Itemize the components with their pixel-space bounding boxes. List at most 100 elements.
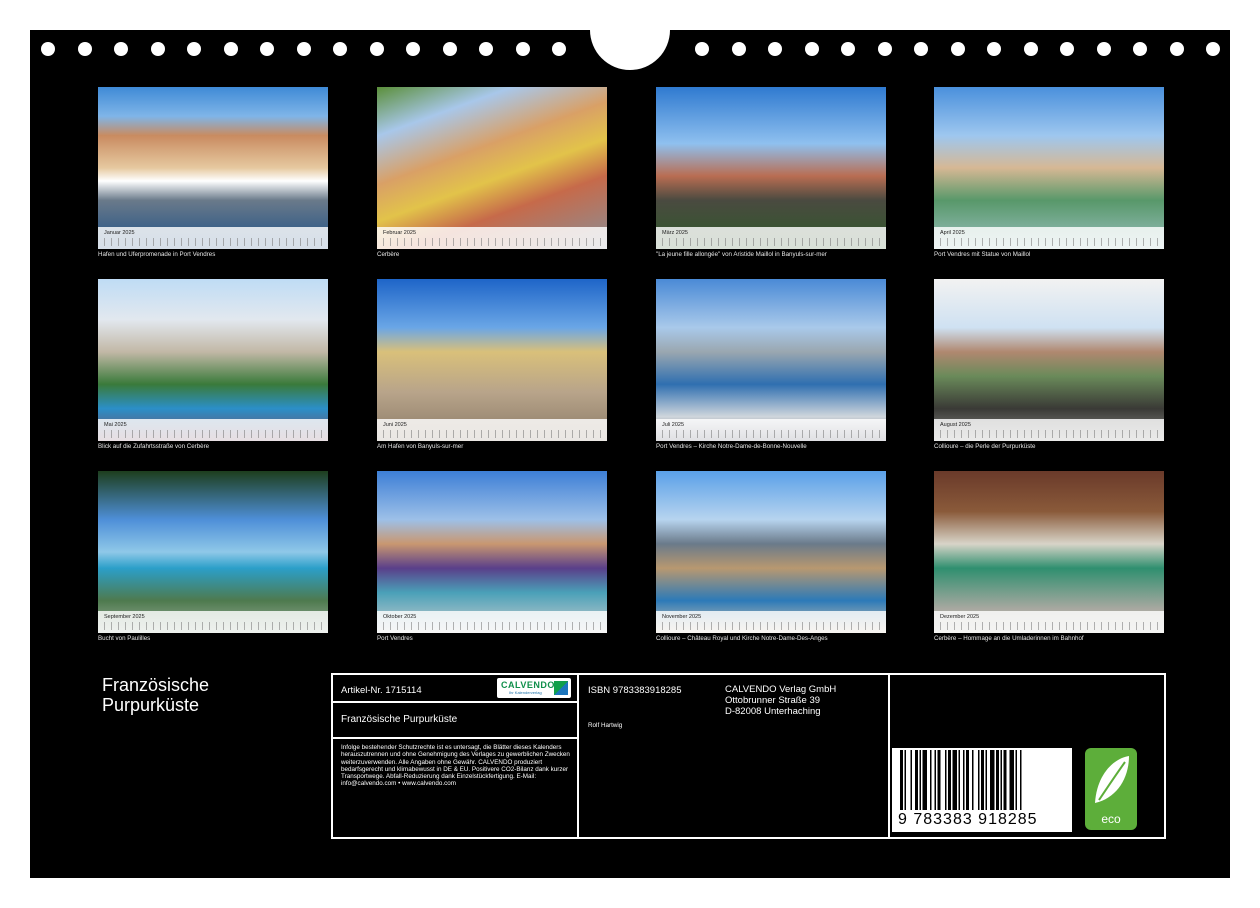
month-tile: August 2025 Collioure – die Perle der Pur… [934,279,1164,450]
binding-hole [877,42,892,56]
month-photo: September 2025 [98,471,328,633]
month-photo: August 2025 [934,279,1164,441]
month-day-grid [940,238,1160,246]
month-tile: Juni 2025 Am Hafen von Banyuls-sur-mer [377,279,607,450]
month-day-grid [104,622,324,630]
publisher-name: CALVENDO Verlag GmbH [725,684,837,695]
article-number: Artikel-Nr. 1715114 [341,685,422,696]
barcode-number: 9 783383 918285 [898,811,1038,828]
publisher-street: Ottobrunner Straße 39 [725,695,821,706]
binding-hole [187,42,201,56]
leaf-icon [1095,756,1129,803]
month-day-grid [383,238,603,246]
barcode-bars [900,750,1022,810]
month-caption: Am Hafen von Banyuls-sur-mer [377,443,464,450]
binding-hole [552,42,566,56]
month-tile: Januar 2025 Hafen und Uferpromenade in Po… [98,87,328,258]
binding-hole [114,42,128,56]
month-calendar-strip: August 2025 [934,419,1164,441]
month-tile: April 2025 Port Vendres mit Statue von Ma… [934,87,1164,258]
info-title: Französische Purpurküste [341,714,458,725]
binding-hole [950,42,965,56]
publisher-address: CALVENDO Verlag GmbH Ottobrunner Straße … [725,684,836,717]
binding-hole [731,42,746,56]
binding-hole [1133,42,1147,56]
month-day-grid [940,430,1160,438]
binding-hole [479,42,493,56]
binding-hole [1096,42,1111,56]
month-name: Juni 2025 [383,422,407,428]
month-photo: März 2025 [656,87,886,249]
month-photo: Januar 2025 [98,87,328,249]
month-calendar-strip: März 2025 [656,227,886,249]
month-calendar-strip: November 2025 [656,611,886,633]
month-caption: Collioure – Château Royal und Kirche Not… [656,635,828,642]
month-calendar-strip: Mai 2025 [98,419,328,441]
isbn: ISBN 9783383918285 [588,685,682,696]
month-tile: Februar 2025 Cerbère [377,87,607,258]
binding-hole [369,42,384,56]
month-name: März 2025 [662,230,688,236]
binding-hole [296,42,311,56]
month-photo: April 2025 [934,87,1164,249]
binding-hole [41,42,55,56]
calvendo-flag-icon [554,681,568,695]
month-name: Januar 2025 [104,230,135,236]
cover-title: Französische Purpurküste [102,675,210,715]
month-caption: Port Vendres mit Statue von Maillol [934,251,1031,258]
month-day-grid [383,430,603,438]
binding-hole [150,42,165,56]
binding-hole [804,42,819,56]
binding-hole [695,42,709,56]
calvendo-logo: CALVENDO Ihr Kalenderverlag [497,678,571,698]
binding-hole [1169,42,1184,56]
month-caption: Port Vendres [377,635,413,642]
month-calendar-strip: Juli 2025 [656,419,886,441]
month-name: April 2025 [940,230,965,236]
month-calendar-strip: April 2025 [934,227,1164,249]
month-name: Juli 2025 [662,422,685,428]
month-caption: Port Vendres – Kirche Notre-Dame-de-Bonn… [656,443,807,450]
binding-hole [768,42,782,56]
month-caption: Blick auf die Zufahrtsstraße von Cerbère [98,443,210,450]
month-tile: September 2025 Bucht von Paulilles [98,471,328,642]
binding-hole [841,42,855,56]
month-tile: Mai 2025 Blick auf die Zufahrtsstraße von… [98,279,328,450]
month-photo: Juni 2025 [377,279,607,441]
month-name: Oktober 2025 [383,614,417,620]
month-photo: Oktober 2025 [377,471,607,633]
month-tile: Oktober 2025 Port Vendres [377,471,607,642]
binding-hole [914,42,928,56]
month-calendar-strip: Oktober 2025 [377,611,607,633]
month-calendar-strip: Februar 2025 [377,227,607,249]
month-day-grid [940,622,1160,630]
month-day-grid [662,622,882,630]
binding-hole [515,42,530,56]
month-photo: Juli 2025 [656,279,886,441]
month-calendar-strip: Januar 2025 [98,227,328,249]
month-day-grid [662,238,882,246]
month-tile: Dezember 2025 Cerbère – Hommage an die Um… [934,471,1164,642]
binding-hole [406,42,420,56]
calendar-back-cover: Januar 2025 Hafen und Uferpromenade in Po… [30,30,1230,878]
binding-hole [1023,42,1038,56]
month-caption: Collioure – die Perle der Purpurküste [934,443,1036,450]
author: Rolf Hartwig [588,722,623,729]
month-name: November 2025 [662,614,702,620]
month-tile: November 2025 Collioure – Château Royal u… [656,471,886,642]
month-day-grid [104,430,324,438]
month-name: Dezember 2025 [940,614,980,620]
month-day-grid [383,622,603,630]
eco-badge: eco [1085,748,1137,830]
month-photo: November 2025 [656,471,886,633]
month-tile: Juli 2025 Port Vendres – Kirche Notre-Dam… [656,279,886,450]
month-name: September 2025 [104,614,145,620]
month-caption: Cerbère – Hommage an die Umladerinnen im… [934,635,1084,642]
month-name: Mai 2025 [104,422,127,428]
legal-notice: Infolge bestehender Schutzrechte ist es … [341,744,570,788]
month-photo: Mai 2025 [98,279,328,441]
binding-hole [1206,42,1220,56]
month-photo: Februar 2025 [377,87,607,249]
month-caption: Hafen und Uferpromenade in Port Vendres [98,251,216,258]
binding-hole [260,42,274,56]
